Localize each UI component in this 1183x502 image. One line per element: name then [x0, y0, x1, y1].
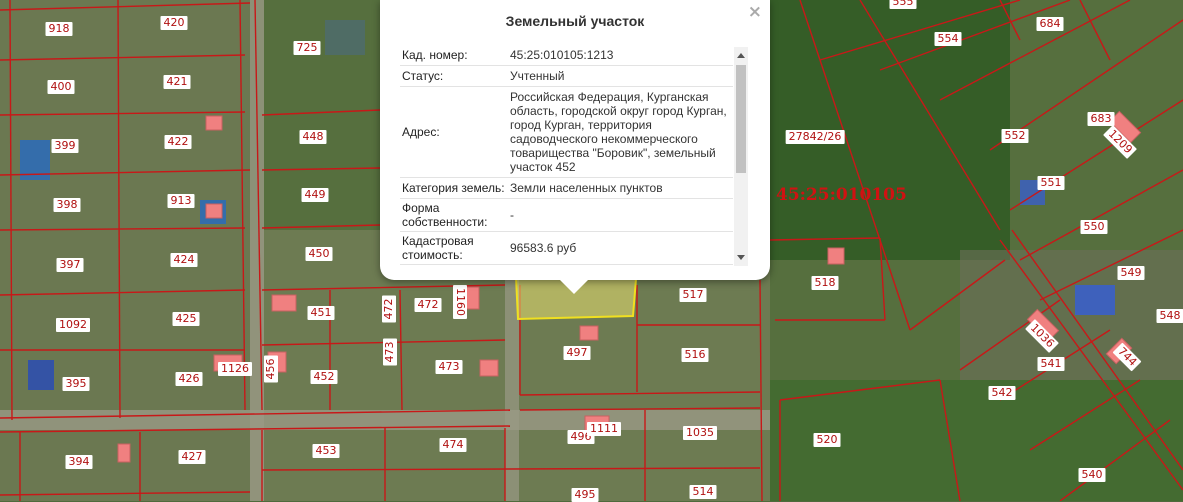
parcel-label: 449 [302, 188, 329, 202]
parcel-label: 456 [264, 356, 278, 383]
parcel-label: 1126 [218, 362, 252, 376]
parcel-label: 550 [1081, 220, 1108, 234]
parcel-label: 913 [168, 194, 195, 208]
parcel-label: 395 [63, 377, 90, 391]
parcel-label: 1111 [587, 422, 621, 436]
parcel-label: 551 [1038, 176, 1065, 190]
parcel-label: 400 [48, 80, 75, 94]
parcel-label: 549 [1118, 266, 1145, 280]
parcel-label: 394 [66, 455, 93, 469]
parcel-label: 427 [179, 450, 206, 464]
row-key: Кадастровая стоимость: [400, 232, 506, 264]
parcel-label: 540 [1079, 468, 1106, 482]
parcel-label: 448 [300, 130, 327, 144]
info-row-address: Адрес: Российская Федерация, Курганская … [400, 87, 733, 178]
row-value: Российская Федерация, Курганская область… [506, 87, 733, 177]
parcel-label: 425 [173, 312, 200, 326]
parcel-label: 518 [812, 276, 839, 290]
parcel-label: 495 [572, 488, 599, 502]
row-value: Земли населенных пунктов [506, 178, 733, 198]
parcel-label: 420 [161, 16, 188, 30]
parcel-label: 473 [383, 339, 397, 366]
parcel-label: 27842/26 [786, 130, 845, 144]
popup-pointer [560, 280, 588, 294]
info-row-cadastral-value: Кадастровая стоимость: 96583.6 руб [400, 232, 733, 265]
parcel-label: 516 [682, 348, 709, 362]
parcel-label: 725 [294, 41, 321, 55]
parcel-label: 520 [814, 433, 841, 447]
parcel-label: 451 [308, 306, 335, 320]
row-value: - [506, 199, 733, 231]
parcel-label: 555 [890, 0, 917, 9]
parcel-label: 473 [436, 360, 463, 374]
popup-scrollbar[interactable] [734, 47, 748, 266]
parcel-label: 422 [165, 135, 192, 149]
quarter-number-label: 45:25:010105 [776, 185, 907, 205]
parcel-label: 683 [1088, 112, 1115, 126]
parcel-label: 472 [415, 298, 442, 312]
row-value: Учтенный [506, 66, 733, 86]
parcel-label: 452 [311, 370, 338, 384]
parcel-label: 421 [164, 75, 191, 89]
info-table: Кад. номер: 45:25:010105:1213 Статус: Уч… [400, 45, 733, 267]
popup-title: Земельный участок [380, 13, 770, 29]
parcel-label: 548 [1157, 309, 1183, 323]
parcel-label: 424 [171, 253, 198, 267]
parcel-label: 552 [1002, 129, 1029, 143]
parcel-label: 542 [989, 386, 1016, 400]
info-row-status: Статус: Учтенный [400, 66, 733, 87]
row-key: Форма собственности: [400, 199, 506, 231]
parcel-label: 1160 [453, 285, 467, 319]
parcel-label: 397 [57, 258, 84, 272]
parcel-label: 474 [440, 438, 467, 452]
scroll-down-arrow-icon[interactable] [737, 255, 745, 260]
parcel-label: 684 [1037, 17, 1064, 31]
parcel-label: 399 [52, 139, 79, 153]
row-key: Категория земель: [400, 178, 506, 198]
info-row-cadastral-number: Кад. номер: 45:25:010105:1213 [400, 45, 733, 66]
row-key: Адрес: [400, 87, 506, 177]
row-value: 45:25:010105:1213 [506, 45, 733, 65]
parcel-label: 514 [690, 485, 717, 499]
info-row-ownership: Форма собственности: - [400, 199, 733, 232]
parcel-label: 554 [935, 32, 962, 46]
parcel-label: 398 [54, 198, 81, 212]
row-key: Кад. номер: [400, 45, 506, 65]
row-value: 96583.6 руб [506, 232, 733, 264]
parcel-label: 541 [1038, 357, 1065, 371]
scroll-up-arrow-icon[interactable] [737, 53, 745, 58]
parcel-label: 450 [306, 247, 333, 261]
info-row-land-category: Категория земель: Земли населенных пункт… [400, 178, 733, 199]
parcel-label: 472 [382, 296, 396, 323]
parcel-label: 453 [313, 444, 340, 458]
parcel-label: 517 [680, 288, 707, 302]
parcel-label: 1035 [683, 426, 717, 440]
scrollbar-thumb[interactable] [736, 65, 746, 173]
parcel-info-popup: × Земельный участок Кад. номер: 45:25:01… [380, 0, 770, 280]
row-key: Статус: [400, 66, 506, 86]
parcel-label: 497 [564, 346, 591, 360]
parcel-label: 1092 [56, 318, 90, 332]
parcel-label: 426 [176, 372, 203, 386]
parcel-label: 918 [46, 22, 73, 36]
